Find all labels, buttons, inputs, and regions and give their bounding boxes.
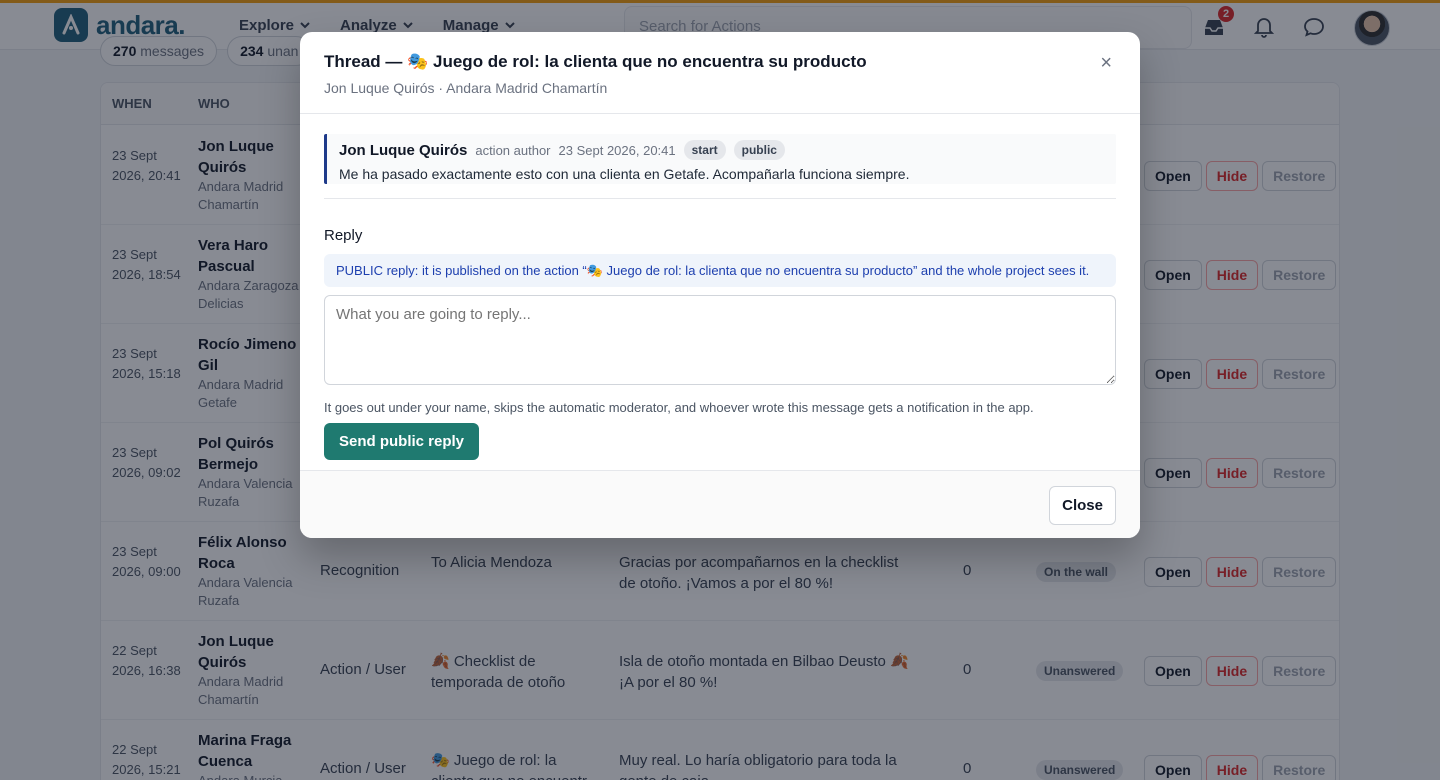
- message-author: Jon Luque Quirós: [339, 141, 468, 159]
- close-button[interactable]: Close: [1049, 486, 1116, 525]
- send-public-reply-button[interactable]: Send public reply: [324, 423, 480, 460]
- reply-hint: It goes out under your name, skips the a…: [324, 400, 1034, 415]
- modal-header: Thread — 🎭 Juego de rol: la clienta que …: [300, 32, 1140, 114]
- modal-body: Jon Luque Quirós action author 23 Sept 2…: [300, 114, 1140, 460]
- divider: [324, 198, 1116, 199]
- message-role: action author: [475, 142, 551, 158]
- modal-subtitle: Jon Luque Quirós · Andara Madrid Chamart…: [324, 80, 608, 96]
- modal-footer: Close: [300, 470, 1140, 538]
- message-text: Me ha pasado exactamente esto con una cl…: [339, 166, 910, 182]
- message-meta: Jon Luque Quirós action author 23 Sept 2…: [339, 140, 1104, 160]
- reply-textarea[interactable]: [324, 295, 1116, 385]
- thread-message: Jon Luque Quirós action author 23 Sept 2…: [324, 134, 1116, 184]
- public-reply-notice: PUBLIC reply: it is published on the act…: [324, 254, 1116, 287]
- message-date: 23 Sept 2026, 20:41: [558, 142, 676, 158]
- modal-title: Thread — 🎭 Juego de rol: la clienta que …: [324, 52, 867, 71]
- reply-label: Reply: [324, 227, 363, 244]
- close-icon[interactable]: ×: [1100, 52, 1112, 75]
- tag-public: public: [733, 140, 785, 160]
- tag-start: start: [683, 140, 726, 160]
- thread-modal: Thread — 🎭 Juego de rol: la clienta que …: [300, 32, 1140, 538]
